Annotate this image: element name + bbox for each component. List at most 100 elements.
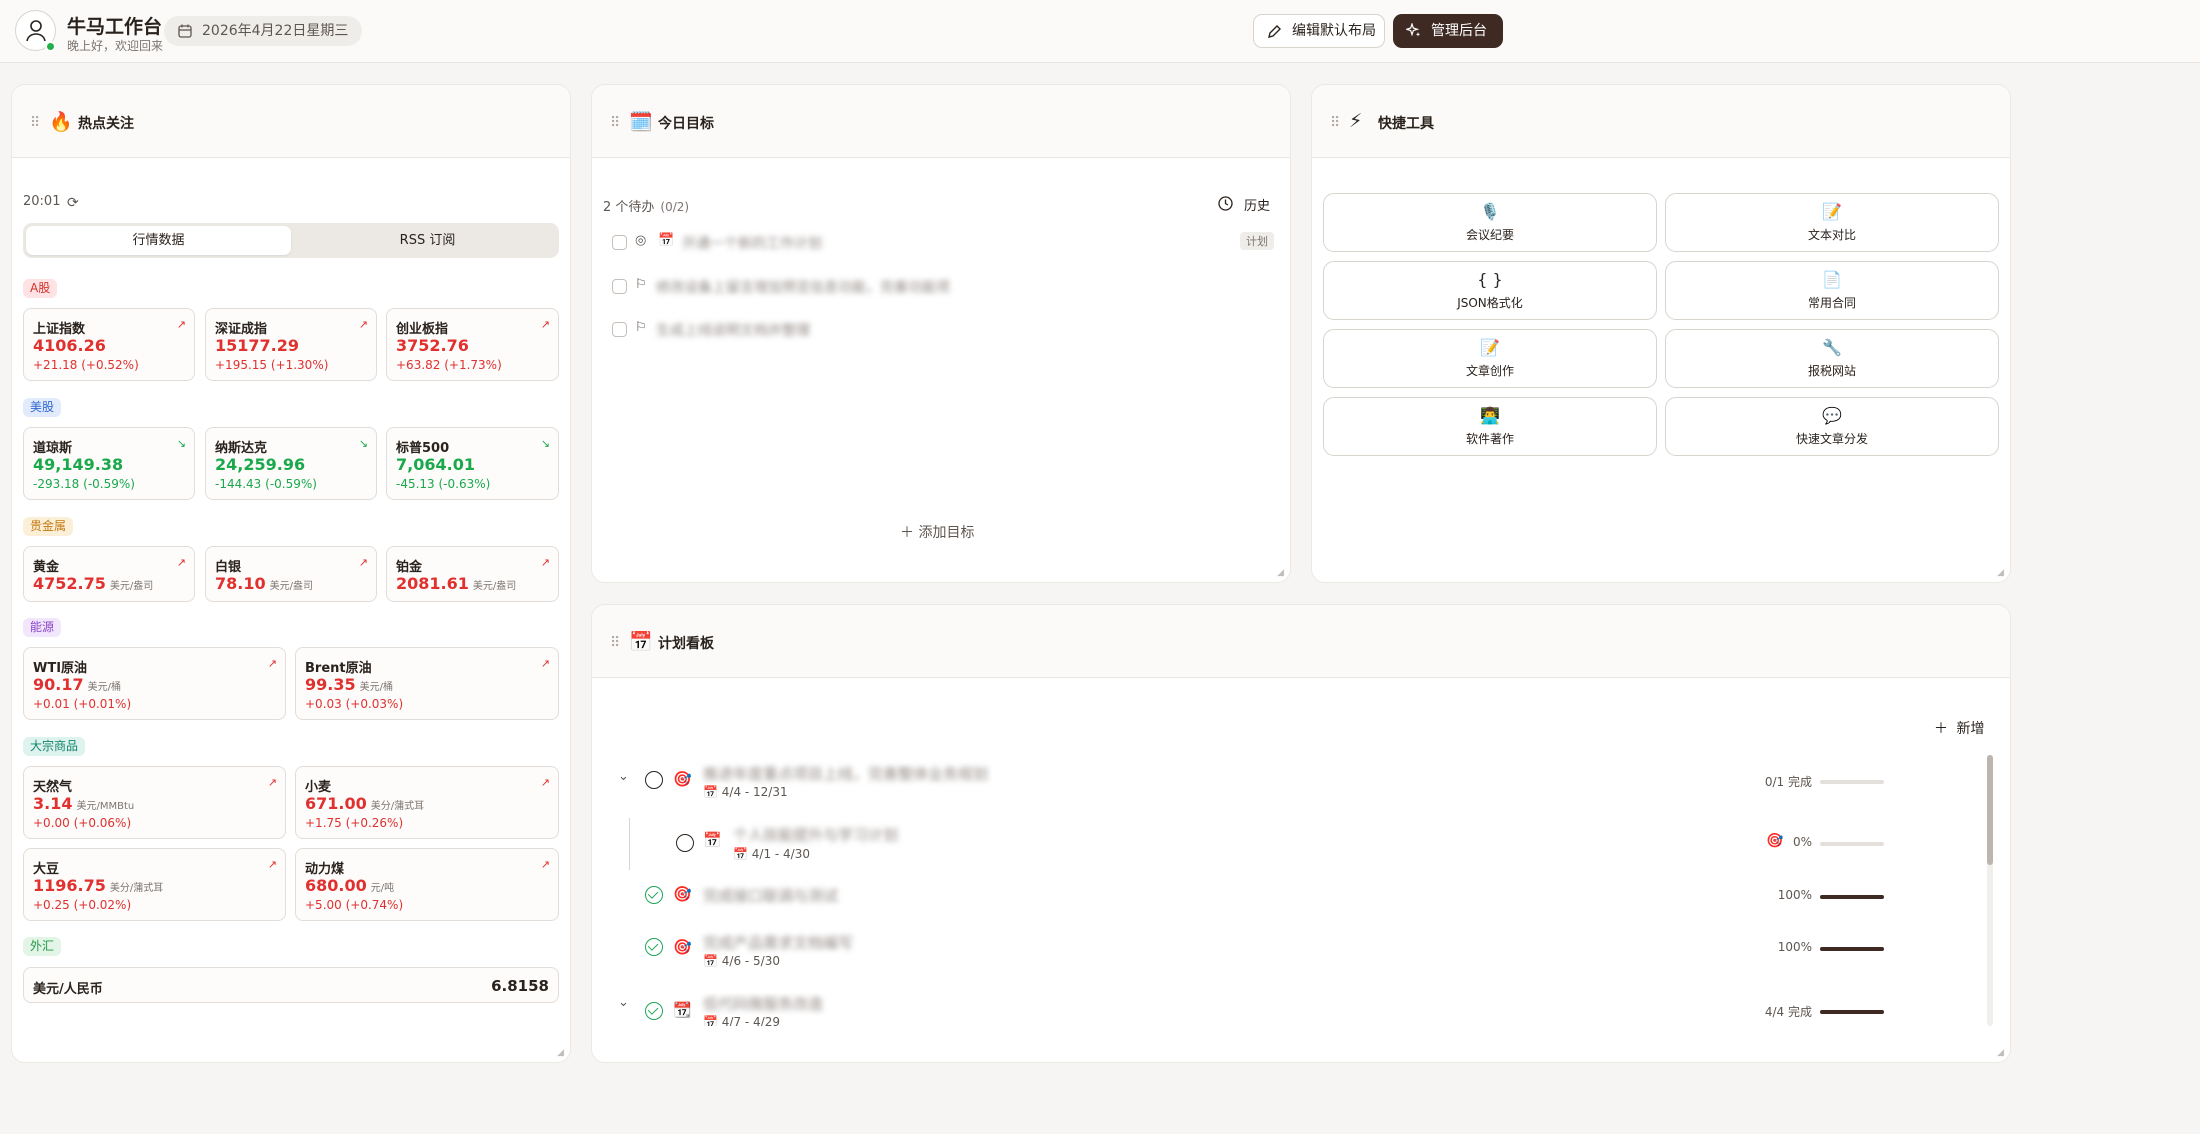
chevron-down-icon[interactable]: ⌄	[618, 769, 629, 784]
progress-bar	[1820, 1010, 1884, 1014]
status-circle-icon[interactable]	[676, 834, 694, 852]
tool-text-diff[interactable]: 📝 文本对比	[1665, 193, 1999, 252]
goal-checkbox[interactable]	[612, 279, 627, 294]
tool-article-distribute[interactable]: 💬 快速文章分发	[1665, 397, 1999, 456]
tool-label: 文本对比	[1807, 228, 1856, 242]
market-tile[interactable]: 纳斯达克 ↘ 24,259.96 -144.43 (-0.59%)	[205, 427, 377, 500]
resize-handle-icon[interactable]: ◢	[1997, 568, 2004, 578]
tool-software-copyright[interactable]: 👨‍💻 软件著作	[1323, 397, 1657, 456]
flag-icon: ⚐	[635, 320, 647, 335]
progress-bar	[1820, 842, 1884, 846]
tile-value: 1196.75 美分/蒲式耳	[33, 876, 164, 895]
braces-icon: { }	[1477, 270, 1503, 289]
goal-item[interactable]: ◎ 📅 开通一个新的工作计划 计划	[604, 230, 1274, 256]
tile-name: 黄金	[33, 560, 60, 575]
calendar-icon: 📅	[703, 831, 722, 849]
goal-tag: 计划	[1240, 232, 1274, 250]
drag-handle-icon[interactable]: ⠿	[30, 115, 40, 131]
scrollbar-thumb[interactable]	[1987, 755, 1993, 865]
goal-item[interactable]: ⚐ 修改设备上留言增加预览信息功能，完善功能项	[604, 274, 1274, 300]
market-tile[interactable]: 深证成指 ↗ 15177.29 +195.15 (+1.30%)	[205, 308, 377, 381]
tile-change: +0.25 (+0.02%)	[33, 898, 132, 912]
market-tile[interactable]: 标普500 ↘ 7,064.01 -45.13 (-0.63%)	[386, 427, 559, 500]
chevron-down-icon[interactable]: ⌄	[618, 995, 629, 1010]
tool-meeting-notes[interactable]: 🎙️ 会议纪要	[1323, 193, 1657, 252]
section-precious-metal: 贵金属	[23, 517, 74, 536]
memo-icon: 📝	[1480, 338, 1500, 357]
goals-panel-header: ⠿ 🗓️ 今日目标	[592, 85, 1290, 158]
tile-name: WTI原油	[33, 661, 88, 676]
trend-up-icon: ↗	[358, 318, 368, 331]
greeting: 晚上好，欢迎回来	[67, 39, 164, 53]
drag-handle-icon[interactable]: ⠿	[610, 115, 620, 131]
tool-tax-site[interactable]: 🔧 报税网站	[1665, 329, 1999, 388]
app-title: 牛马工作台	[67, 16, 163, 38]
market-tile[interactable]: 白银 ↗ 78.10 美元/盎司	[205, 546, 377, 602]
plan-row[interactable]: ⌄ 🎯 推进年度重点项目上线，完善整体业务规划 📅 4/4 - 12/31 0/…	[618, 763, 1888, 803]
progress-bar	[1820, 780, 1884, 784]
trend-up-icon: ↗	[540, 776, 550, 789]
tab-rss[interactable]: RSS 订阅	[295, 226, 560, 255]
plan-row[interactable]: 🎯 完成产品需求文档编写 📅 4/6 - 5/30 100%	[618, 932, 1888, 972]
tile-name: 大豆	[33, 862, 60, 877]
edit-layout-button[interactable]: 编辑默认布局	[1253, 14, 1385, 48]
market-tile[interactable]: 创业板指 ↗ 3752.76 +63.82 (+1.73%)	[386, 308, 559, 381]
tab-market-data[interactable]: 行情数据	[26, 226, 291, 255]
plan-status: 0/1 完成	[1764, 775, 1812, 789]
resize-handle-icon[interactable]: ◢	[557, 1048, 564, 1058]
clock-icon	[1218, 196, 1233, 211]
market-tile[interactable]: 动力煤 ↗ 680.00 元/吨 +5.00 (+0.74%)	[295, 848, 559, 921]
market-tile[interactable]: 大豆 ↗ 1196.75 美分/蒲式耳 +0.25 (+0.02%)	[23, 848, 286, 921]
plan-date: 📅 4/1 - 4/30	[733, 847, 810, 861]
plan-scrollbar[interactable]	[1987, 755, 1993, 1026]
hot-panel-title: 热点关注	[78, 116, 134, 132]
goal-text: 修改设备上留言增加预览信息功能，完善功能项	[656, 280, 950, 296]
tool-article-writing[interactable]: 📝 文章创作	[1323, 329, 1657, 388]
plan-row[interactable]: 🎯 完成接口联调与测试 100%	[618, 884, 1888, 924]
status-done-icon[interactable]	[645, 938, 663, 956]
plan-date: 📅 4/4 - 12/31	[703, 785, 788, 799]
fx-row[interactable]: 美元/人民币 6.8158	[23, 967, 559, 1003]
plan-row[interactable]: ⌄ 📆 低代码微服务改造 📅 4/7 - 4/29 4/4 完成	[618, 993, 1888, 1026]
drag-handle-icon[interactable]: ⠿	[1330, 115, 1340, 131]
goals-panel-title: 今日目标	[658, 116, 714, 132]
market-tile[interactable]: Brent原油 ↗ 99.35 美元/桶 +0.03 (+0.03%)	[295, 647, 559, 720]
tile-change: -144.43 (-0.59%)	[215, 477, 317, 491]
market-tile[interactable]: 道琼斯 ↘ 49,149.38 -293.18 (-0.59%)	[23, 427, 195, 500]
resize-handle-icon[interactable]: ◢	[1997, 1048, 2004, 1058]
market-tile[interactable]: 天然气 ↗ 3.14 美元/MMBtu +0.00 (+0.06%)	[23, 766, 286, 839]
goal-item[interactable]: ⚐ 生成上线说明文档并整理	[604, 317, 1274, 343]
plan-status: 4/4 完成	[1764, 1005, 1812, 1019]
drag-handle-icon[interactable]: ⠿	[610, 635, 620, 651]
tool-contracts[interactable]: 📄 常用合同	[1665, 261, 1999, 320]
tool-label: 文章创作	[1465, 364, 1514, 378]
tile-change: +195.15 (+1.30%)	[215, 358, 329, 372]
date-pill: 2026年4月22日星期三	[164, 16, 362, 46]
trend-down-icon: ↘	[358, 437, 368, 450]
resize-handle-icon[interactable]: ◢	[1277, 568, 1284, 578]
goal-checkbox[interactable]	[612, 235, 627, 250]
admin-button[interactable]: 管理后台	[1393, 14, 1503, 48]
status-circle-icon[interactable]	[645, 771, 663, 789]
market-tile[interactable]: 铂金 ↗ 2081.61 美元/盎司	[386, 546, 559, 602]
trend-down-icon: ↘	[176, 437, 186, 450]
speech-bubble-icon: 💬	[1822, 406, 1842, 425]
status-done-icon[interactable]	[645, 1002, 663, 1020]
add-goal-button[interactable]: ＋ 添加目标	[900, 522, 974, 542]
fire-icon: 🔥	[49, 111, 73, 133]
tile-value: 4106.26	[33, 336, 106, 355]
status-done-icon[interactable]	[645, 886, 663, 904]
plan-row[interactable]: 📅 个人技能提升与学习计划 📅 4/1 - 4/30 🎯 0%	[618, 823, 1888, 863]
add-plan-button[interactable]: ＋ 新增	[1934, 718, 1984, 738]
refresh-icon[interactable]: ⟳	[67, 195, 79, 211]
user-icon	[26, 20, 46, 42]
tile-name: 上证指数	[33, 322, 86, 337]
market-tabs: 行情数据 RSS 订阅	[23, 223, 559, 258]
market-tile[interactable]: WTI原油 ↗ 90.17 美元/桶 +0.01 (+0.01%)	[23, 647, 286, 720]
market-tile[interactable]: 小麦 ↗ 671.00 美分/蒲式耳 +1.75 (+0.26%)	[295, 766, 559, 839]
history-button[interactable]: 历史	[1218, 195, 1270, 214]
goal-checkbox[interactable]	[612, 322, 627, 337]
market-tile[interactable]: 黄金 ↗ 4752.75 美元/盎司	[23, 546, 195, 602]
tool-json-format[interactable]: { } JSON格式化	[1323, 261, 1657, 320]
market-tile[interactable]: 上证指数 ↗ 4106.26 +21.18 (+0.52%)	[23, 308, 195, 381]
